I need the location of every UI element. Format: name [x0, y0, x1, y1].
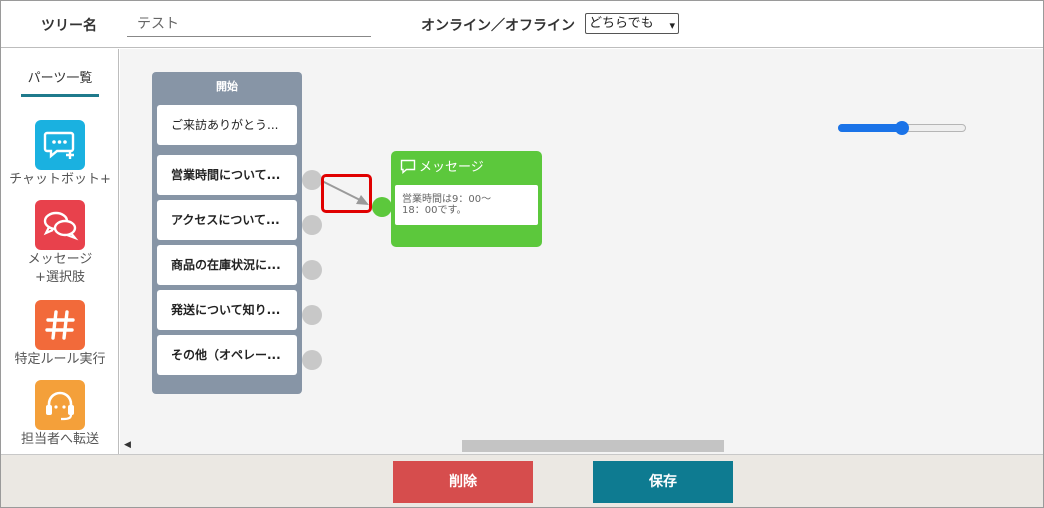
zoom-slider-thumb[interactable] [895, 121, 909, 135]
chat-plus-icon [35, 120, 85, 170]
message-icon [400, 159, 416, 178]
delete-button[interactable]: 削除 [393, 461, 533, 503]
hash-icon [35, 300, 85, 350]
input-port[interactable] [372, 197, 392, 217]
part-label: 特定ルール実行 [14, 352, 106, 367]
scroll-left-arrow-icon[interactable]: ◀ [124, 440, 131, 450]
highlight-box [321, 174, 372, 213]
message-node-title: メッセージ [419, 160, 484, 175]
header: ツリー名 オンライン／オフライン どちらでも ▾ [1, 1, 1043, 48]
part-label: メッセージ +選択肢 [27, 252, 93, 285]
parts-sidebar: パーツ一覧 チャットボット+ メッセージ +選択肢 特定ルール実行 担当者へ転送 [1, 49, 119, 454]
save-button[interactable]: 保存 [593, 461, 733, 503]
message-node-body[interactable]: 営業時間は9：00～ 18：00です。 [395, 185, 538, 225]
part-chatbot-plus[interactable]: チャットボット+ [1, 120, 118, 189]
part-label: チャットボット+ [9, 172, 111, 187]
connection-arrow [321, 180, 369, 205]
part-label: 担当者へ転送 [20, 432, 99, 447]
tree-name-label: ツリー名 [41, 18, 97, 34]
headset-icon [35, 380, 85, 430]
online-offline-select-value: どちらでも [589, 16, 654, 31]
zoom-slider-fill [838, 124, 902, 132]
message-body-line: 営業時間は9：00～ [402, 194, 492, 205]
message-body-line: 18：00です。 [402, 205, 467, 216]
online-offline-label: オンライン／オフライン [421, 18, 575, 34]
part-transfer-operator[interactable]: 担当者へ転送 [1, 380, 118, 449]
part-rule-execution[interactable]: 特定ルール実行 [1, 300, 118, 369]
part-message-choices[interactable]: メッセージ +選択肢 [1, 200, 118, 287]
footer: 削除 保存 [1, 454, 1043, 507]
message-node[interactable]: メッセージ 営業時間は9：00～ 18：00です。 [391, 151, 542, 247]
online-offline-select[interactable]: どちらでも ▾ [585, 13, 679, 34]
chevron-down-icon: ▾ [669, 19, 675, 32]
horizontal-scrollbar[interactable]: ◀ [120, 438, 1043, 454]
parts-list-underline [21, 94, 99, 97]
zoom-slider[interactable] [838, 121, 966, 135]
parts-list-title: パーツ一覧 [27, 71, 93, 86]
flow-canvas[interactable]: 開始 ご来訪ありがとう... 営業時間について... アクセスについて... 商… [120, 49, 1043, 454]
speech-bubbles-icon [35, 200, 85, 250]
scrollbar-thumb[interactable] [462, 440, 724, 452]
tree-name-input[interactable] [127, 9, 371, 37]
